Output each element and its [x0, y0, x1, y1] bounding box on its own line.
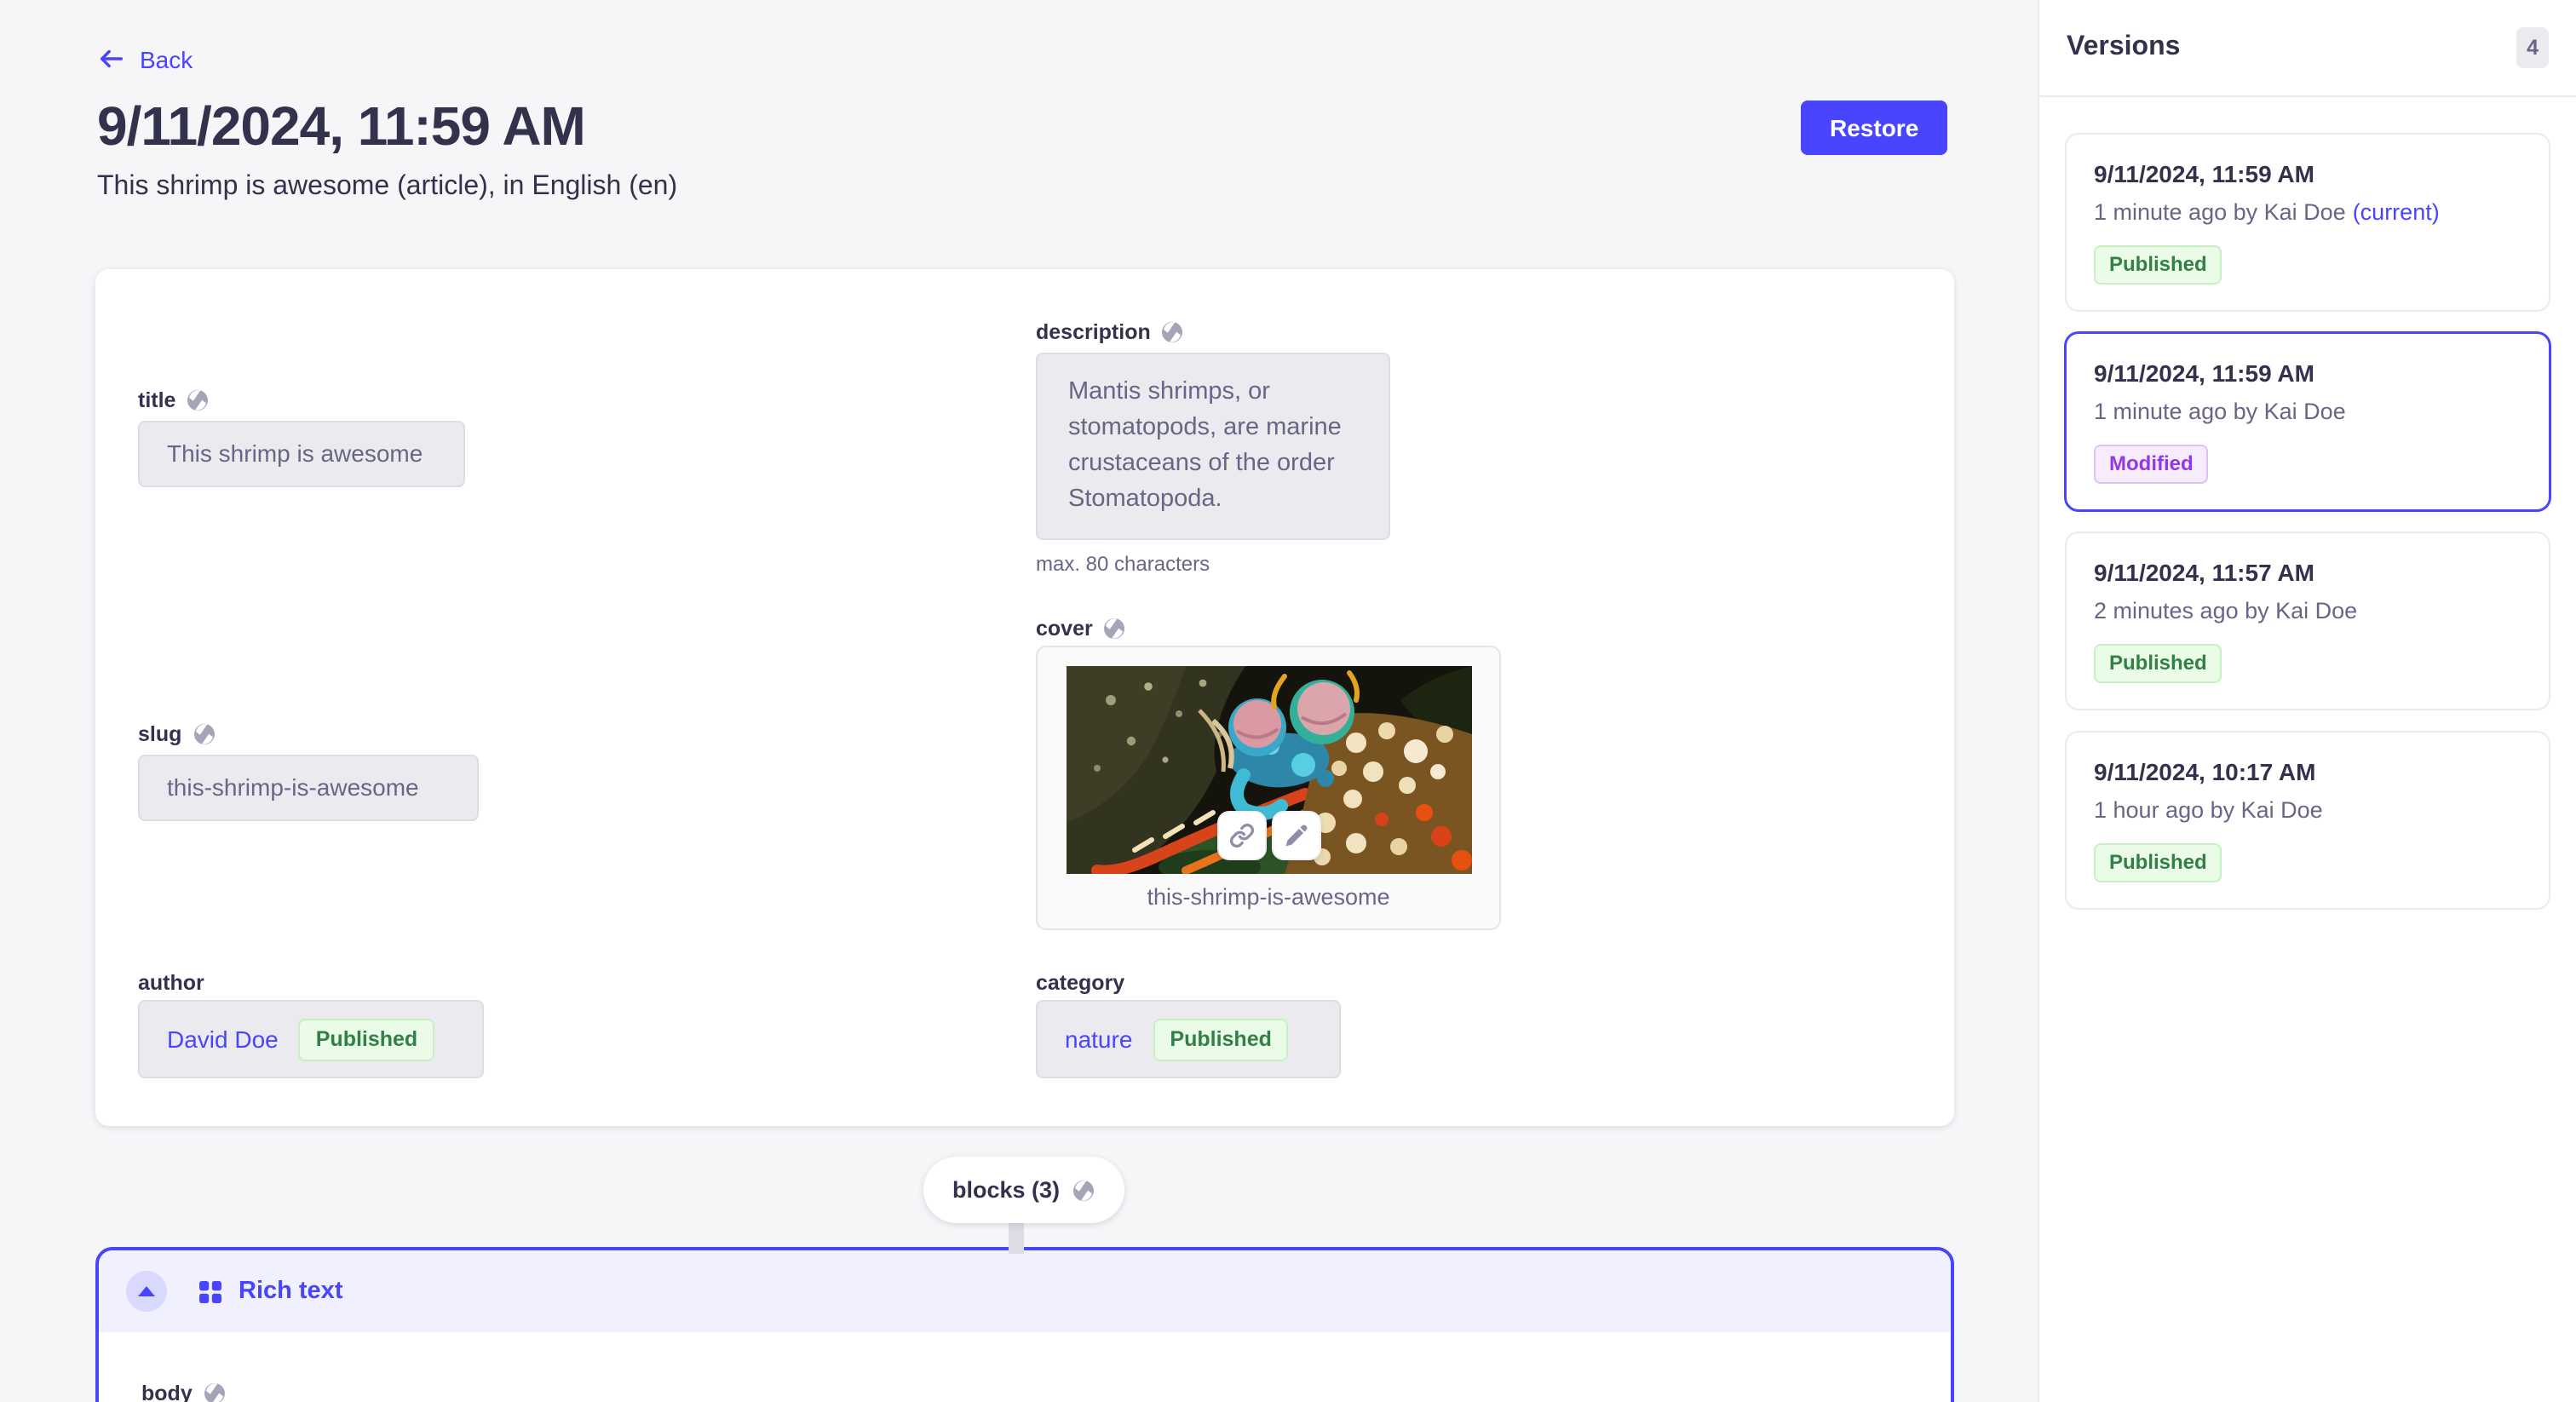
slug-field-label: slug [138, 722, 216, 746]
page-title: 9/11/2024, 11:59 AM [97, 95, 585, 158]
body-field-label: body [141, 1382, 227, 1402]
version-meta: 2 minutes ago by Kai Doe [2094, 598, 2521, 623]
version-status-badge: Published [2094, 245, 2222, 284]
slug-input: this-shrimp-is-awesome [138, 755, 479, 821]
versions-header: Versions 4 [2039, 0, 2576, 97]
version-meta: 1 minute ago by Kai Doe(current) [2094, 199, 2521, 225]
cover-actions [1216, 811, 1320, 860]
rich-text-block: Rich text body [95, 1247, 1954, 1402]
title-input: This shrimp is awesome [138, 421, 465, 487]
versions-count-badge: 4 [2516, 27, 2549, 68]
blocks-field-pill: blocks (3) [923, 1157, 1124, 1223]
rich-text-block-header[interactable]: Rich text [99, 1250, 1951, 1332]
globe-icon [1072, 1178, 1095, 1202]
globe-icon [186, 388, 210, 412]
versions-title: Versions [2067, 32, 2180, 63]
version-status-badge: Published [2094, 644, 2222, 683]
version-history-page: Back 9/11/2024, 11:59 AM This shrimp is … [0, 0, 2576, 1402]
copy-link-button[interactable] [1216, 811, 1266, 860]
version-status-badge: Modified [2094, 445, 2209, 484]
arrow-left-icon [97, 44, 126, 73]
version-date: 9/11/2024, 11:59 AM [2094, 359, 2521, 387]
cover-media-card: this-shrimp-is-awesome [1036, 646, 1501, 930]
restore-button[interactable]: Restore [1801, 101, 1947, 155]
description-field-label: description [1036, 320, 1185, 344]
version-meta: 1 minute ago by Kai Doe [2094, 399, 2521, 424]
collapse-block-button[interactable] [126, 1271, 167, 1312]
edit-media-button[interactable] [1271, 811, 1320, 860]
version-item-selected[interactable]: 9/11/2024, 11:59 AM 1 minute ago by Kai … [2065, 332, 2550, 511]
version-list: 9/11/2024, 11:59 AM 1 minute ago by Kai … [2039, 97, 2576, 945]
version-item[interactable]: 9/11/2024, 11:59 AM 1 minute ago by Kai … [2065, 133, 2550, 312]
globe-icon [203, 1382, 227, 1402]
version-item[interactable]: 9/11/2024, 11:57 AM 2 minutes ago by Kai… [2065, 531, 2550, 710]
category-field-label: category [1036, 971, 1124, 995]
cover-caption: this-shrimp-is-awesome [1038, 884, 1499, 910]
author-status-badge: Published [299, 1018, 434, 1060]
current-tag: (current) [2353, 199, 2440, 225]
page-subtitle: This shrimp is awesome (article), in Eng… [97, 172, 677, 203]
main-panel: Back 9/11/2024, 11:59 AM This shrimp is … [0, 0, 2038, 1402]
version-date: 9/11/2024, 10:17 AM [2094, 758, 2521, 785]
globe-icon [1103, 617, 1127, 641]
versions-sidebar: Versions 4 9/11/2024, 11:59 AM 1 minute … [2038, 0, 2576, 1402]
description-hint: max. 80 characters [1036, 552, 1210, 576]
blocks-field-label: blocks (3) [952, 1177, 1060, 1203]
link-icon [1228, 823, 1254, 848]
category-relation-field: nature Published [1036, 1000, 1341, 1078]
category-status-badge: Published [1153, 1018, 1288, 1060]
version-status-badge: Published [2094, 843, 2222, 882]
globe-icon [1161, 320, 1185, 344]
description-textarea: Mantis shrimps, or stomatopods, are mari… [1036, 353, 1390, 540]
author-relation-field: David Doe Published [138, 1000, 484, 1078]
entry-form-card: title This shrimp is awesome slug this-s… [95, 269, 1954, 1126]
pencil-icon [1283, 823, 1308, 848]
blocks-grid-icon [198, 1278, 223, 1304]
globe-icon [192, 722, 216, 746]
cover-field-label: cover [1036, 617, 1127, 641]
title-field-label: title [138, 388, 210, 412]
back-link[interactable]: Back [97, 44, 193, 73]
back-label: Back [140, 45, 193, 72]
version-meta: 1 hour ago by Kai Doe [2094, 797, 2521, 823]
version-date: 9/11/2024, 11:57 AM [2094, 559, 2521, 586]
rich-text-block-title: Rich text [239, 1278, 343, 1305]
version-item[interactable]: 9/11/2024, 10:17 AM 1 hour ago by Kai Do… [2065, 731, 2550, 910]
chevron-up-icon [138, 1286, 155, 1296]
category-link[interactable]: nature [1065, 1026, 1132, 1053]
author-field-label: author [138, 971, 204, 995]
author-link[interactable]: David Doe [167, 1026, 279, 1053]
version-date: 9/11/2024, 11:59 AM [2094, 160, 2521, 187]
